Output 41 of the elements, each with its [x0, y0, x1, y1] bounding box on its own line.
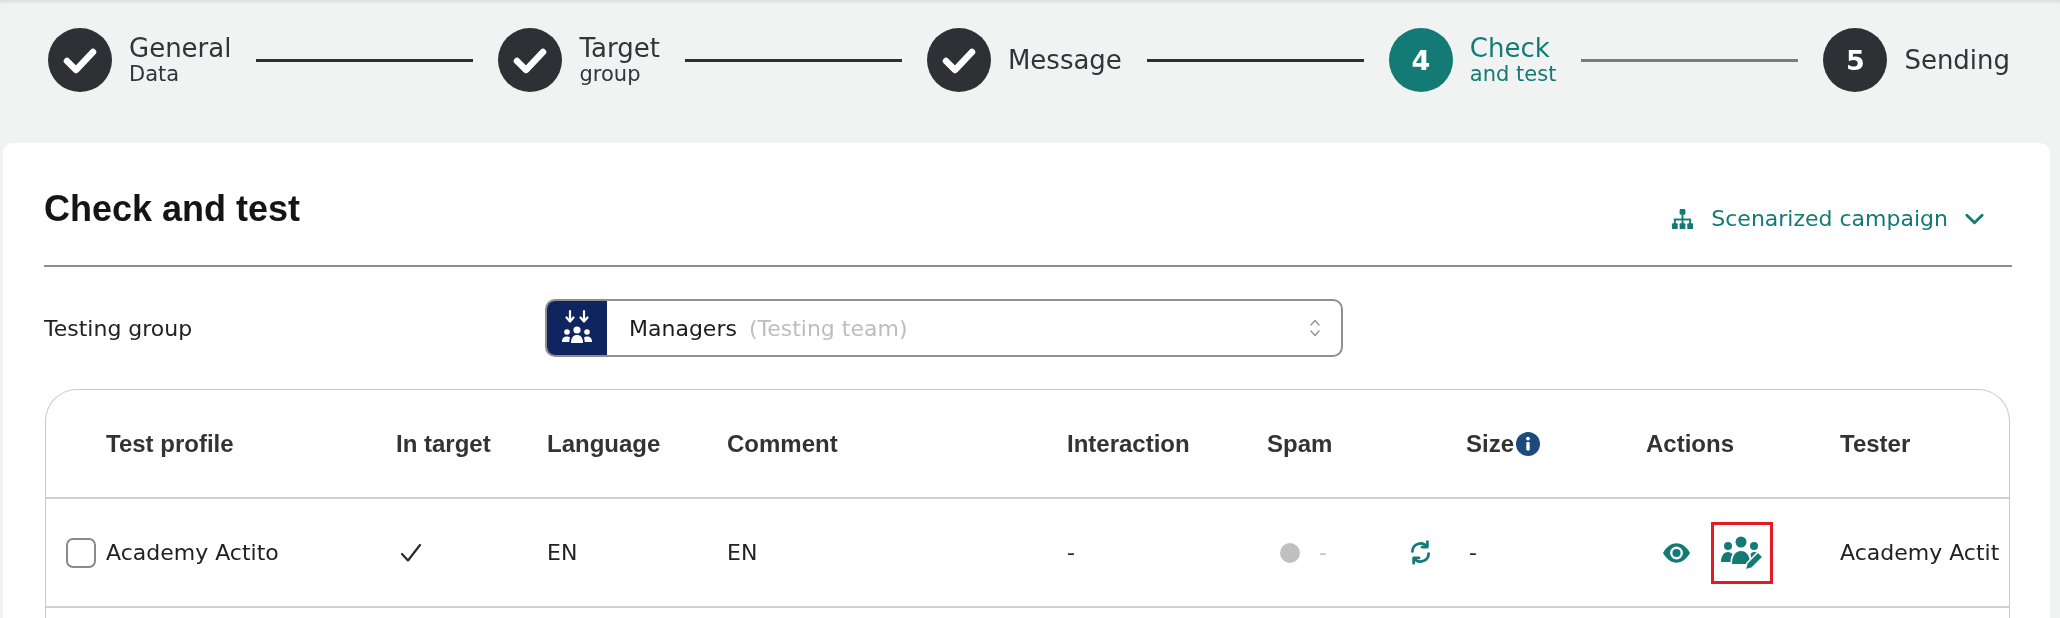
hierarchy-icon	[1671, 207, 1695, 231]
table-cell: -	[1469, 540, 1477, 565]
column-header: Tester	[1840, 429, 1911, 458]
column-header: Actions	[1646, 429, 1734, 458]
campaign-type-dropdown[interactable]: Scenarized campaign	[1671, 204, 1984, 234]
table-cell: EN	[547, 540, 578, 565]
eye-icon	[1662, 542, 1691, 563]
step-number: 5	[1823, 28, 1888, 92]
field-label: Testing group	[44, 315, 193, 341]
step-subtitle: and test	[1469, 62, 1557, 86]
step-subtitle: Data	[129, 62, 181, 86]
column-header: Test profile	[106, 429, 234, 458]
step-title: General	[129, 34, 232, 62]
page-title: Check and test	[44, 187, 301, 231]
profile-name: Academy Actito	[106, 540, 279, 565]
row-checkbox[interactable]	[66, 537, 96, 568]
step-title: Message	[1007, 46, 1122, 74]
column-header: In target	[396, 429, 491, 458]
chevron-down-icon	[1965, 213, 1984, 225]
people-arrows-icon	[547, 301, 607, 355]
refresh-icon	[1408, 540, 1433, 565]
column-header: Language	[547, 429, 661, 458]
step-title: Target	[579, 34, 660, 62]
column-header: Comment	[727, 429, 838, 458]
column-header: Size	[1466, 429, 1515, 458]
table-cell: EN	[727, 540, 758, 565]
table-cell: -	[1067, 540, 1075, 565]
edit-testers-button[interactable]	[1711, 521, 1773, 584]
updown-chevron-icon	[1309, 317, 1321, 339]
step-title: Sending	[1904, 46, 2011, 74]
refresh-button[interactable]	[1408, 540, 1433, 565]
preview-button[interactable]	[1662, 542, 1691, 563]
step-title: Check	[1469, 34, 1551, 62]
step-number: 4	[1388, 28, 1453, 92]
column-header: Interaction	[1067, 429, 1190, 458]
step-subtitle: group	[579, 62, 641, 86]
column-header: Spam	[1267, 429, 1333, 458]
table-cell: Academy Actit	[1840, 540, 2000, 565]
people-pencil-icon	[1720, 535, 1764, 570]
spam-score: -	[1319, 540, 1327, 565]
testing-group-select[interactable]: Managers (Testing team)	[545, 299, 1343, 357]
